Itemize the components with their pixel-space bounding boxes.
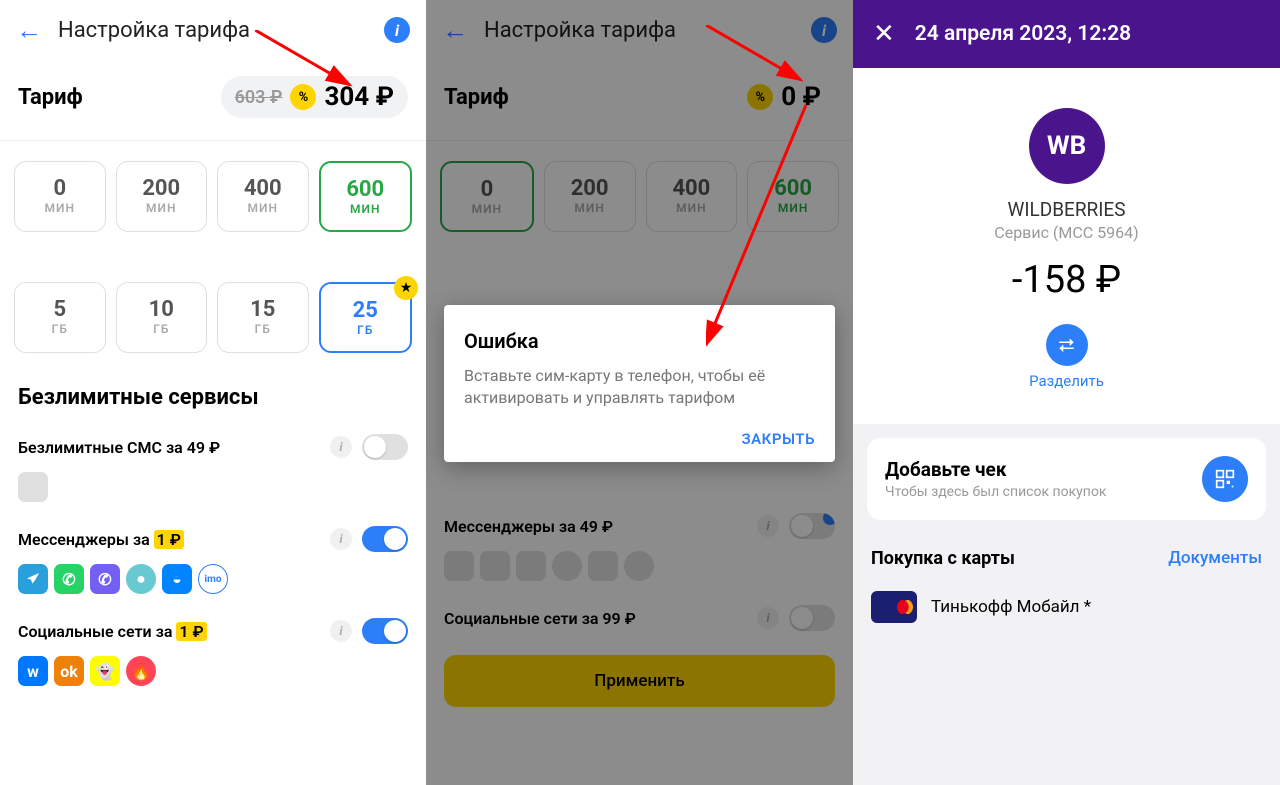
service-sms-toggle[interactable] [362, 434, 408, 460]
service-messengers: Мессенджеры за 1 ₽ i [0, 514, 426, 564]
error-dialog: Ошибка Вставьте сим-карту в телефон, что… [444, 305, 835, 462]
dialog-body: Вставьте сим-карту в телефон, чтобы её а… [464, 365, 815, 410]
ok-icon: ok [54, 656, 84, 686]
sms-icons [0, 472, 426, 514]
messenger-icons: ✆ ✆ ● ◒ imo [0, 564, 426, 606]
service-social: Социальные сети за 1 ₽ i [0, 606, 426, 656]
viber-icon: ✆ [90, 564, 120, 594]
dialog-close-button[interactable]: ЗАКРЫТЬ [464, 430, 815, 448]
new-price: 304 ₽ [324, 82, 394, 112]
add-receipt-card[interactable]: Добавьте чек Чтобы здесь был список поку… [867, 438, 1266, 520]
tinder-icon: 🔥 [126, 656, 156, 686]
transaction-amount: -158 ₽ [853, 258, 1280, 302]
split-action[interactable]: ⮂ Разделить [853, 324, 1280, 390]
service-messengers-label: Мессенджеры за 1 ₽ [18, 530, 320, 549]
tariff-label: Тариф [18, 85, 83, 110]
imo-icon: imo [198, 564, 228, 594]
messenger-icon: ◒ [162, 564, 192, 594]
qr-icon [1202, 456, 1248, 502]
app-icon-placeholder [18, 472, 48, 502]
vk-icon: w [18, 656, 48, 686]
snapchat-icon: 👻 [90, 656, 120, 686]
gb-option-25[interactable]: ★ 25ГБ [319, 282, 413, 353]
telegram-icon [18, 564, 48, 594]
purchase-label: Покупка с карты [871, 548, 1015, 569]
service-social-label: Социальные сети за 1 ₽ [18, 622, 320, 641]
old-price: 603 ₽ [235, 87, 283, 108]
card-name: Тинькофф Мобайл * [931, 597, 1091, 617]
minutes-option-200[interactable]: 200МИН [116, 161, 208, 232]
tamtam-icon: ● [126, 564, 156, 594]
back-icon[interactable]: ← [16, 15, 42, 46]
social-icons: w ok 👻 🔥 [0, 656, 426, 698]
panel-tariff-error: ← Настройка тарифа i Тариф % 0 ₽ 0МИН 20… [426, 0, 853, 785]
receipt-title: Добавьте чек [885, 458, 1188, 481]
dialog-title: Ошибка [464, 329, 815, 353]
info-icon[interactable]: i [330, 528, 352, 550]
split-label: Разделить [853, 372, 1280, 390]
page-title: Настройка тарифа [58, 18, 368, 43]
topbar: ← Настройка тарифа i [0, 0, 426, 60]
merchant-mcc: Сервис (MCC 5964) [853, 223, 1280, 242]
documents-link[interactable]: Документы [1168, 548, 1262, 569]
unlimited-section-title: Безлимитные сервисы [0, 373, 426, 422]
minutes-option-0[interactable]: 0МИН [14, 161, 106, 232]
tariff-price-row: Тариф 603 ₽ % 304 ₽ [0, 60, 426, 140]
star-icon: ★ [394, 276, 418, 300]
merchant-avatar: WB [1029, 108, 1105, 184]
gb-options: 5ГБ 10ГБ 15ГБ ★ 25ГБ [0, 252, 426, 373]
transaction-date: 24 апреля 2023, 12:28 [915, 22, 1131, 46]
whatsapp-icon: ✆ [54, 564, 84, 594]
panel-transaction: ✕ 24 апреля 2023, 12:28 WB WILDBERRIES С… [853, 0, 1280, 785]
minutes-option-600[interactable]: 600МИН [319, 161, 413, 232]
mastercard-icon [871, 591, 917, 623]
service-social-toggle[interactable] [362, 618, 408, 644]
gb-option-15[interactable]: 15ГБ [217, 282, 309, 353]
percent-icon: % [290, 84, 316, 110]
gb-option-10[interactable]: 10ГБ [116, 282, 208, 353]
service-messengers-toggle[interactable] [362, 526, 408, 552]
gb-option-5[interactable]: 5ГБ [14, 282, 106, 353]
transaction-details: Добавьте чек Чтобы здесь был список поку… [853, 424, 1280, 785]
panel-tariff-settings: ← Настройка тарифа i Тариф 603 ₽ % 304 ₽… [0, 0, 426, 785]
transaction-header: ✕ 24 апреля 2023, 12:28 [853, 0, 1280, 68]
minutes-options: 0МИН 200МИН 400МИН 600МИН [0, 141, 426, 252]
payment-card-row[interactable]: Тинькофф Мобайл * [853, 583, 1280, 631]
service-sms-label: Безлимитные СМС за 49 ₽ [18, 438, 320, 457]
split-icon: ⮂ [1046, 324, 1088, 366]
minutes-option-400[interactable]: 400МИН [217, 161, 309, 232]
info-icon[interactable]: i [330, 436, 352, 458]
purchase-section: Покупка с карты Документы [853, 520, 1280, 583]
service-sms: Безлимитные СМС за 49 ₽ i [0, 422, 426, 472]
receipt-subtitle: Чтобы здесь был список покупок [885, 484, 1188, 500]
merchant-name: WILDBERRIES [853, 198, 1280, 221]
info-icon[interactable]: i [384, 17, 410, 43]
info-icon[interactable]: i [330, 620, 352, 642]
close-icon[interactable]: ✕ [873, 19, 895, 49]
price-badge: 603 ₽ % 304 ₽ [221, 76, 408, 118]
